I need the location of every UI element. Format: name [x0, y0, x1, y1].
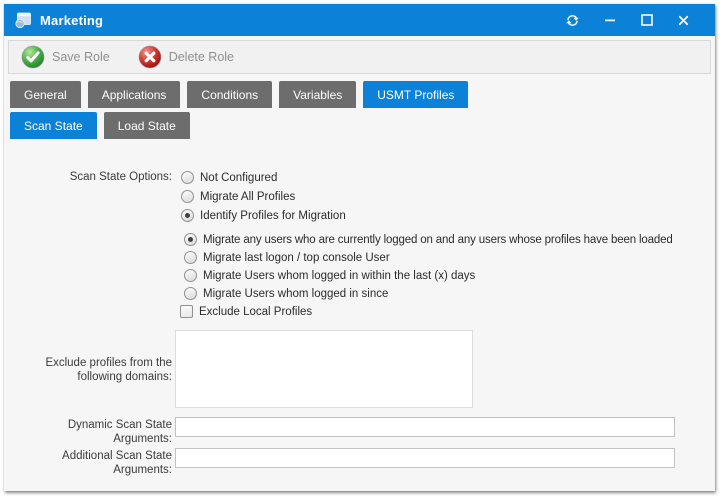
- tab-scan-state[interactable]: Scan State: [10, 112, 97, 139]
- dynamic-scan-state-arguments-input[interactable]: [175, 417, 675, 437]
- radio-migrate-last-logon[interactable]: Migrate last logon / top console User: [184, 251, 390, 264]
- delete-role-button[interactable]: Delete Role: [138, 45, 234, 69]
- label-line: Arguments:: [4, 463, 172, 477]
- radio-label: Migrate Users whom logged in within the …: [203, 270, 475, 282]
- radio-label: Migrate All Profiles: [200, 191, 295, 203]
- radio-icon: [184, 287, 197, 300]
- save-role-label: Save Role: [52, 50, 110, 64]
- save-role-button[interactable]: Save Role: [21, 45, 110, 69]
- window-controls: [565, 13, 705, 28]
- tab-label: Scan State: [24, 119, 83, 133]
- radio-not-configured[interactable]: Not Configured: [181, 171, 277, 184]
- radio-label: Identify Profiles for Migration: [200, 210, 346, 222]
- tab-label: Variables: [293, 88, 342, 102]
- radio-icon: [184, 233, 197, 246]
- radio-migrate-all-profiles[interactable]: Migrate All Profiles: [181, 190, 295, 203]
- tab-label: Applications: [102, 88, 167, 102]
- label-line: Exclude profiles from the: [4, 356, 172, 370]
- maximize-icon[interactable]: [639, 13, 654, 28]
- dynamic-scan-state-arguments-label: Dynamic Scan State Arguments:: [4, 418, 172, 446]
- radio-icon: [181, 209, 194, 222]
- radio-label: Migrate any users who are currently logg…: [203, 234, 673, 246]
- main-tabs: General Applications Conditions Variable…: [10, 81, 468, 108]
- checkbox-icon: [180, 305, 193, 318]
- radio-icon: [181, 171, 194, 184]
- radio-migrate-last-x-days[interactable]: Migrate Users whom logged in within the …: [184, 269, 475, 282]
- tab-general[interactable]: General: [10, 81, 81, 108]
- minimize-icon[interactable]: [602, 13, 617, 28]
- radio-icon: [184, 269, 197, 282]
- exclude-domains-label: Exclude profiles from the following doma…: [4, 356, 172, 384]
- tab-usmt-profiles[interactable]: USMT Profiles: [363, 81, 468, 108]
- radio-icon: [184, 251, 197, 264]
- checkbox-exclude-local-profiles[interactable]: Exclude Local Profiles: [180, 305, 312, 318]
- additional-scan-state-arguments-label: Additional Scan State Arguments:: [4, 449, 172, 477]
- app-window-globe-icon: [14, 11, 32, 29]
- close-icon[interactable]: [676, 13, 691, 28]
- tab-label: Load State: [118, 119, 176, 133]
- sub-tabs: Scan State Load State: [10, 112, 190, 139]
- label-line: following domains:: [4, 370, 172, 384]
- check-circle-icon: [21, 45, 45, 69]
- label-line: Additional Scan State: [4, 449, 172, 463]
- checkbox-label: Exclude Local Profiles: [199, 306, 312, 318]
- tab-load-state[interactable]: Load State: [104, 112, 190, 139]
- radio-migrate-logged-on-users[interactable]: Migrate any users who are currently logg…: [184, 233, 673, 246]
- radio-identify-profiles[interactable]: Identify Profiles for Migration: [181, 209, 346, 222]
- tab-label: Conditions: [201, 88, 258, 102]
- radio-icon: [181, 190, 194, 203]
- tab-label: General: [24, 88, 67, 102]
- label-line: Dynamic Scan State: [4, 418, 172, 432]
- tab-label: USMT Profiles: [377, 88, 454, 102]
- additional-scan-state-arguments-input[interactable]: [175, 448, 675, 468]
- radio-label: Migrate last logon / top console User: [203, 252, 390, 264]
- window-title: Marketing: [40, 13, 103, 28]
- exclude-domains-textarea[interactable]: [175, 330, 473, 408]
- radio-label: Migrate Users whom logged in since: [203, 288, 388, 300]
- refresh-icon[interactable]: [565, 13, 580, 28]
- toolbar: Save Role Delete Role: [8, 40, 711, 74]
- radio-label: Not Configured: [200, 172, 277, 184]
- tab-variables[interactable]: Variables: [279, 81, 356, 108]
- role-editor-window: Marketing: [4, 4, 715, 491]
- titlebar: Marketing: [4, 4, 715, 36]
- tab-applications[interactable]: Applications: [88, 81, 181, 108]
- x-circle-icon: [138, 45, 162, 69]
- delete-role-label: Delete Role: [169, 50, 234, 64]
- scan-state-options-label: Scan State Options:: [4, 170, 172, 184]
- tab-conditions[interactable]: Conditions: [187, 81, 272, 108]
- label-line: Arguments:: [4, 432, 172, 446]
- radio-migrate-since[interactable]: Migrate Users whom logged in since: [184, 287, 388, 300]
